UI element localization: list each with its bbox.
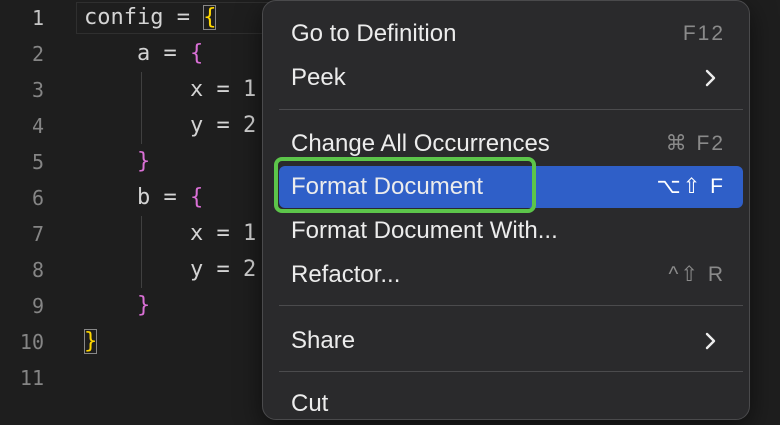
chevron-right-icon xyxy=(705,332,716,350)
code-text: a = { xyxy=(84,41,204,66)
menu-item-shortcut: ⌘ F2 xyxy=(665,132,725,155)
code-text: x = 1 xyxy=(84,77,257,102)
menu-item-label: Cut xyxy=(291,390,329,417)
line-number: 2 xyxy=(31,42,44,66)
code-text: } xyxy=(84,324,98,360)
bracket-match: } xyxy=(84,329,98,354)
menu-item-label: Format Document With... xyxy=(291,217,558,244)
annotation-highlight-box xyxy=(274,157,536,213)
menu-item-share[interactable]: Share xyxy=(279,320,743,362)
code-text: config = { xyxy=(84,5,217,30)
line-number: 3 xyxy=(31,78,44,102)
menu-item-peek[interactable]: Peek xyxy=(279,57,743,99)
menu-separator xyxy=(279,109,743,110)
line-number: 10 xyxy=(19,330,44,354)
code-text: } xyxy=(136,293,151,318)
code-text: b = { xyxy=(84,185,204,210)
code-text: x = 1 xyxy=(84,221,257,246)
menu-item-shortcut: ⌥⇧ F xyxy=(656,175,725,198)
bracket-match: { xyxy=(203,5,217,30)
menu-separator xyxy=(279,371,743,372)
line-number: 5 xyxy=(31,150,44,174)
menu-item-shortcut: ^⇧ R xyxy=(668,263,725,286)
chevron-right-icon xyxy=(705,69,716,87)
line-number: 9 xyxy=(31,294,44,318)
line-number: 7 xyxy=(31,222,44,246)
line-number: 6 xyxy=(31,186,44,210)
menu-item-refactor[interactable]: Refactor... ^⇧ R xyxy=(279,254,743,296)
line-number: 11 xyxy=(19,366,44,390)
code-text: y = 2 xyxy=(84,113,257,138)
line-number: 4 xyxy=(31,114,44,138)
menu-item-go-to-definition[interactable]: Go to Definition F12 xyxy=(279,13,743,55)
menu-item-label: Go to Definition xyxy=(291,20,457,47)
line-number: 1 xyxy=(31,6,44,30)
menu-item-label: Share xyxy=(291,327,356,354)
line-number: 8 xyxy=(31,258,44,282)
menu-item-shortcut: F12 xyxy=(682,22,725,45)
code-text: } xyxy=(136,149,151,174)
menu-item-format-document-with[interactable]: Format Document With... xyxy=(279,210,743,252)
menu-item-cut[interactable]: Cut xyxy=(279,383,743,425)
menu-item-label: Peek xyxy=(291,64,346,91)
menu-separator xyxy=(279,305,743,306)
menu-item-label: Refactor... xyxy=(291,261,401,288)
code-text: y = 2 xyxy=(84,257,257,282)
